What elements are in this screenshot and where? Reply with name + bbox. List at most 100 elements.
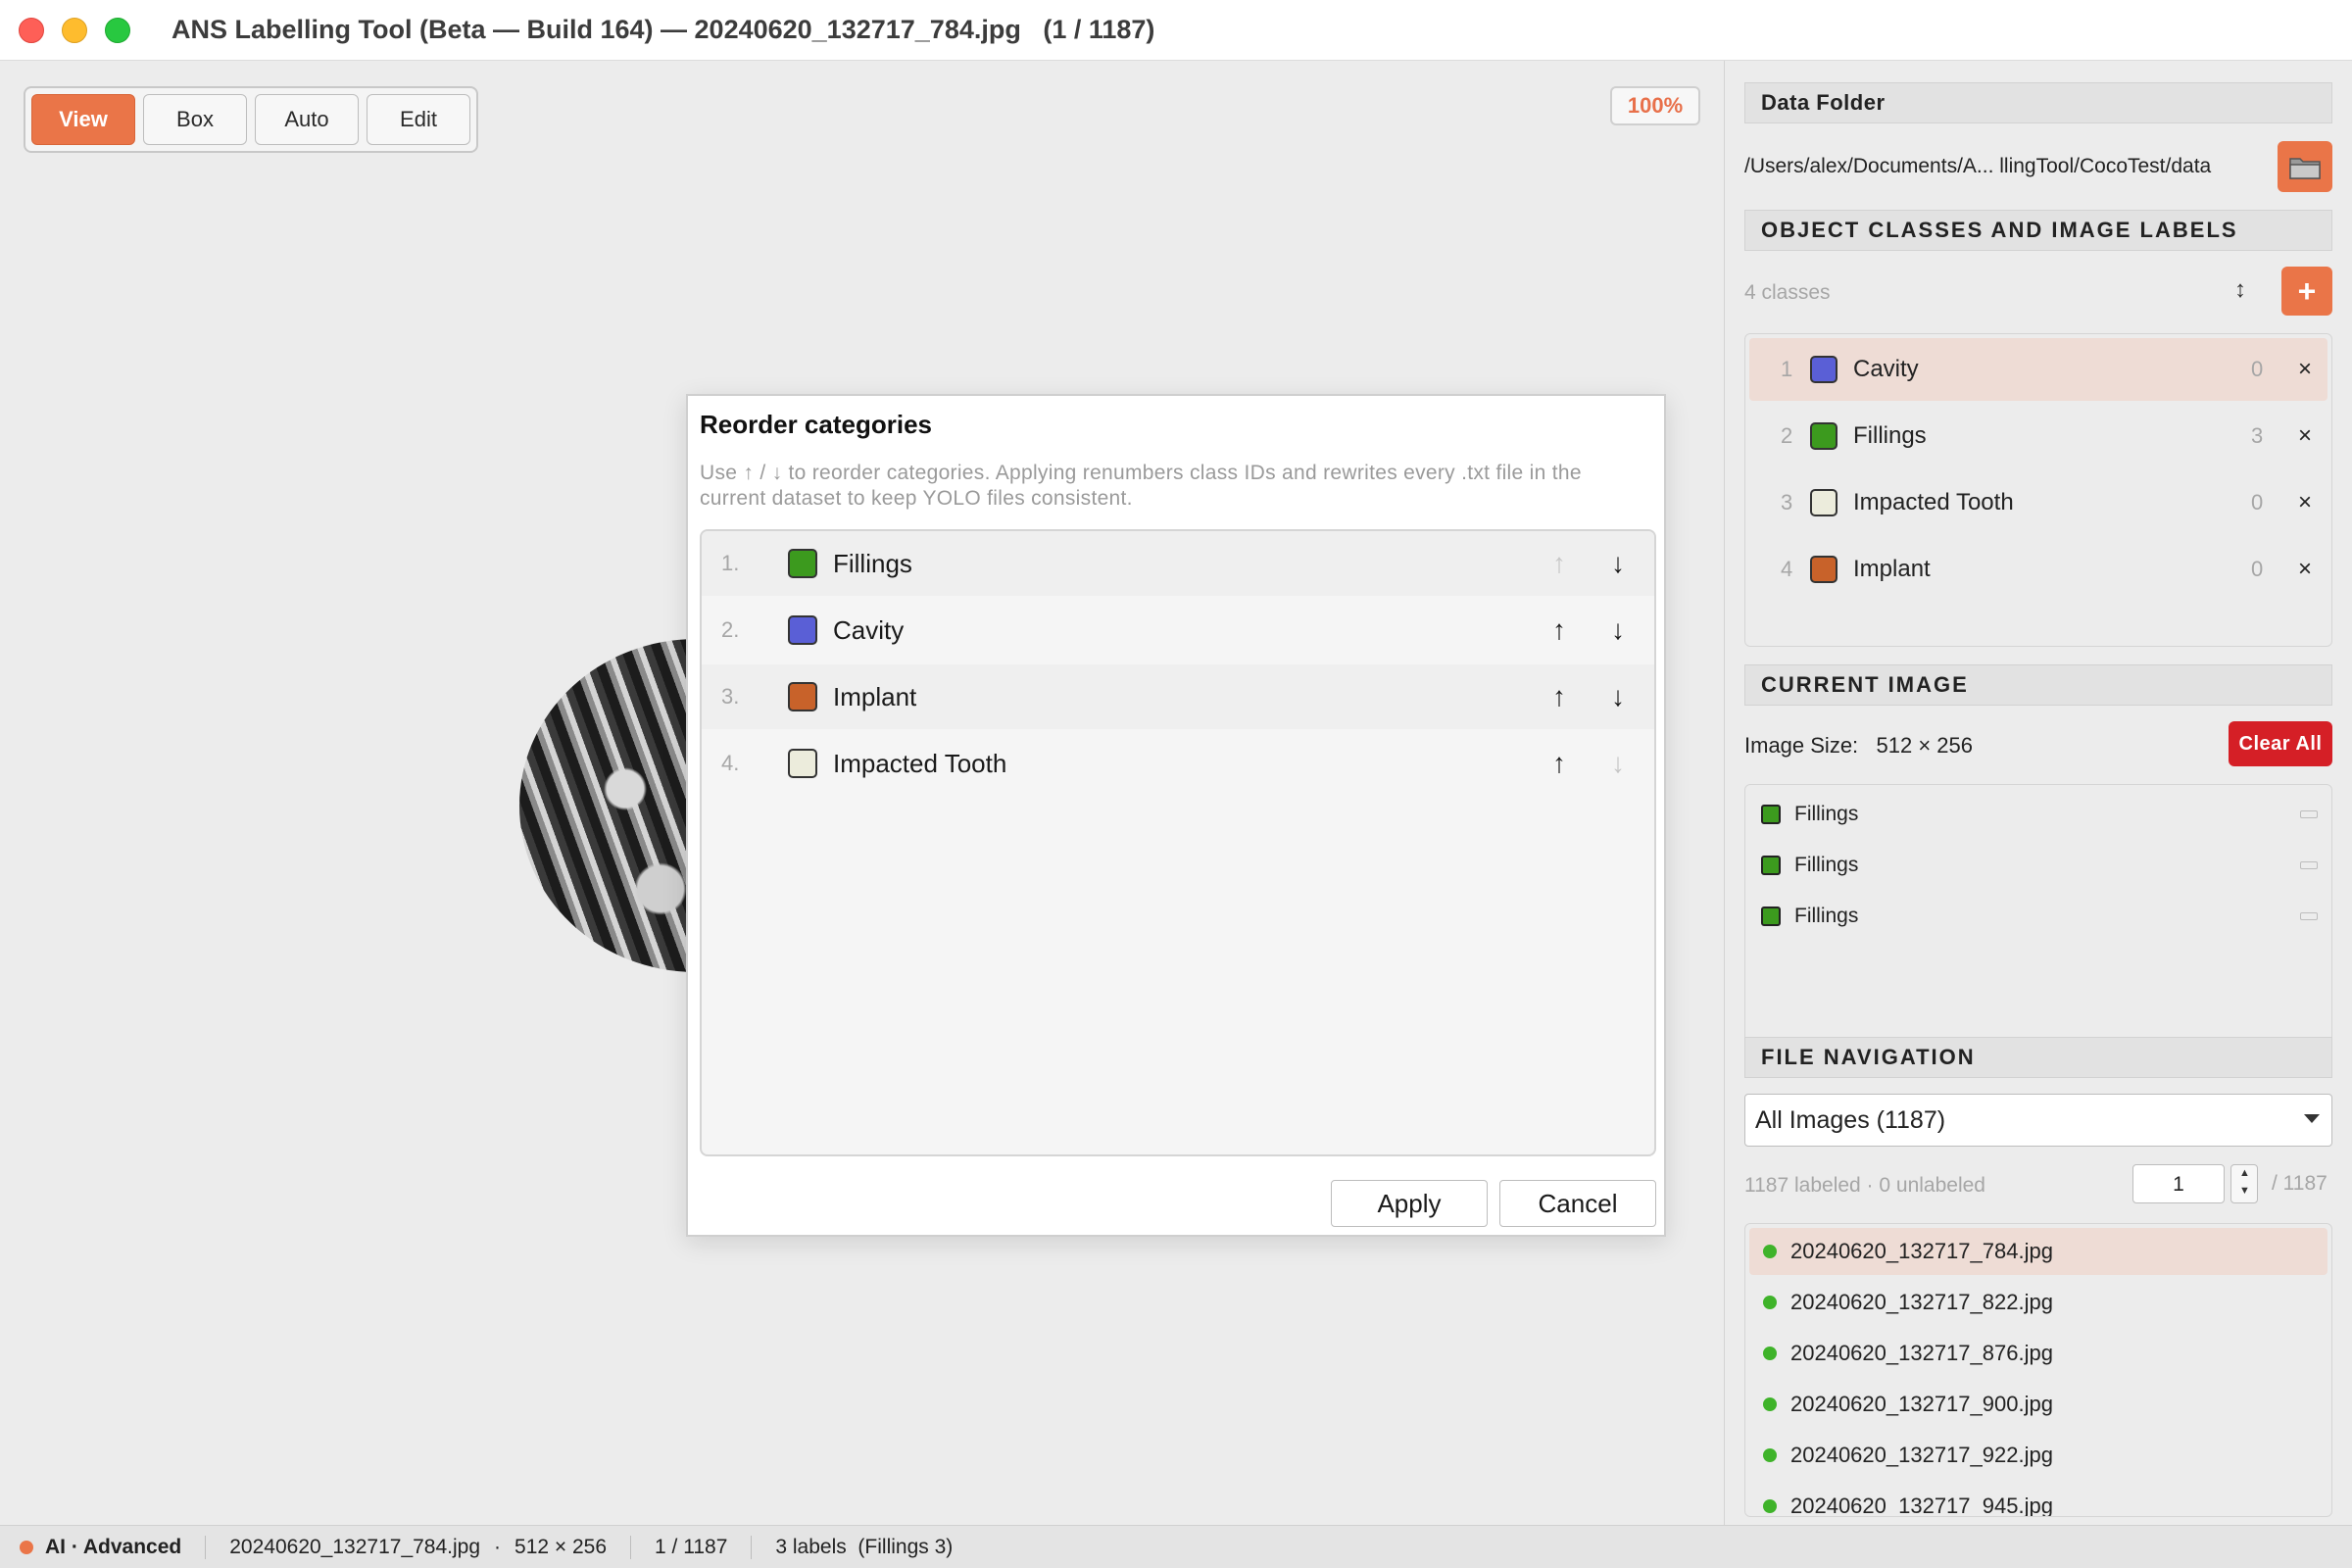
page-number-input[interactable]: 1: [2132, 1164, 2225, 1203]
close-window-button[interactable]: [19, 17, 44, 43]
delete-class-icon[interactable]: ×: [2298, 556, 2312, 583]
data-folder-heading: Data Folder: [1744, 82, 2332, 123]
mode-view-button[interactable]: View: [31, 94, 135, 145]
status-position: 1 / 1187: [655, 1535, 728, 1558]
zoom-level-badge[interactable]: 100%: [1610, 86, 1700, 125]
move-down-icon[interactable]: ↓: [1603, 548, 1633, 579]
step-up-icon[interactable]: ▲: [2239, 1167, 2250, 1179]
class-name: Implant: [1853, 556, 1931, 582]
reorder-categories-dialog: Reorder categories Use ↑ / ↓ to reorder …: [686, 394, 1666, 1237]
file-name: 20240620_132717_945.jpg: [1790, 1494, 2053, 1517]
delete-class-icon[interactable]: ×: [2298, 422, 2312, 450]
visibility-toggle-icon[interactable]: [2300, 861, 2318, 869]
choose-folder-button[interactable]: [2278, 141, 2332, 192]
apply-button[interactable]: Apply: [1331, 1180, 1488, 1227]
reorder-row-number: 2.: [721, 617, 740, 642]
file-name: 20240620_132717_900.jpg: [1790, 1392, 2053, 1416]
move-up-icon: ↑: [1552, 548, 1566, 578]
class-name: Cavity: [1853, 356, 1919, 382]
move-up-icon[interactable]: ↑: [1544, 681, 1574, 712]
file-row[interactable]: 20240620_132717_784.jpg: [1749, 1228, 2328, 1275]
file-row[interactable]: 20240620_132717_945.jpg: [1749, 1483, 2328, 1517]
color-swatch: [788, 749, 817, 778]
file-row[interactable]: 20240620_132717_900.jpg: [1749, 1381, 2328, 1428]
image-size-info: Image Size: 512 × 256: [1744, 733, 1973, 759]
clear-all-button[interactable]: Clear All: [2229, 721, 2332, 766]
labeled-stats: 1187 labeled · 0 unlabeled: [1744, 1174, 1985, 1197]
label-name: Fillings: [1794, 854, 1859, 876]
label-row[interactable]: Fillings: [1745, 891, 2331, 942]
window-title: ANS Labelling Tool (Beta — Build 164) — …: [172, 15, 1155, 44]
window-controls: [19, 17, 130, 43]
mode-box-button[interactable]: Box: [143, 94, 247, 145]
class-name: Impacted Tooth: [1853, 489, 2014, 515]
file-row[interactable]: 20240620_132717_922.jpg: [1749, 1432, 2328, 1479]
delete-class-icon[interactable]: ×: [2298, 489, 2312, 516]
status-image-size: 512 × 256: [514, 1535, 608, 1558]
labeled-status-dot: [1763, 1499, 1777, 1513]
status-dot-separator: ·: [494, 1535, 502, 1558]
image-filter-select[interactable]: All Images (1187): [1744, 1094, 2332, 1147]
color-swatch: [788, 682, 817, 711]
visibility-toggle-icon[interactable]: [2300, 912, 2318, 920]
delete-class-icon[interactable]: ×: [2298, 356, 2312, 383]
zoom-window-button[interactable]: [105, 17, 130, 43]
class-count: 3: [2251, 423, 2264, 448]
mode-auto-button[interactable]: Auto: [255, 94, 359, 145]
status-divider: [630, 1535, 632, 1559]
dialog-description: Use ↑ / ↓ to reorder categories. Applyin…: [700, 462, 1582, 510]
mode-edit-button[interactable]: Edit: [367, 94, 470, 145]
visibility-toggle-icon[interactable]: [2300, 810, 2318, 818]
file-row[interactable]: 20240620_132717_822.jpg: [1749, 1279, 2328, 1326]
page-stepper[interactable]: ▲ ▼: [2230, 1164, 2258, 1203]
ai-status-dot: [20, 1540, 33, 1554]
reorder-row-name: Impacted Tooth: [833, 748, 1007, 778]
file-name: 20240620_132717_822.jpg: [1790, 1290, 2053, 1314]
cancel-button[interactable]: Cancel: [1499, 1180, 1656, 1227]
color-swatch: [1810, 556, 1838, 583]
move-up-icon[interactable]: ↑: [1544, 748, 1574, 779]
reorder-row-name: Fillings: [833, 548, 912, 578]
class-row[interactable]: 3 Impacted Tooth 0 ×: [1749, 471, 2328, 534]
ai-mode-status: AI · Advanced: [45, 1535, 182, 1558]
status-label-summary: 3 labels (Fillings 3): [775, 1535, 954, 1558]
class-name: Fillings: [1853, 422, 1927, 449]
label-name: Fillings: [1794, 803, 1859, 825]
color-swatch: [788, 549, 817, 578]
color-swatch: [1810, 489, 1838, 516]
label-row[interactable]: Fillings: [1745, 789, 2331, 840]
reorder-row: 3. Implant ↑ ↓: [702, 664, 1654, 729]
reorder-row-number: 4.: [721, 751, 740, 775]
move-down-icon[interactable]: ↓: [1603, 681, 1633, 712]
labeled-status-dot: [1763, 1245, 1777, 1258]
color-swatch: [1761, 805, 1781, 824]
status-bar: AI · Advanced 20240620_132717_784.jpg · …: [0, 1525, 2352, 1568]
reorder-row: 1. Fillings ↑ ↓: [702, 531, 1654, 596]
label-row[interactable]: Fillings: [1745, 840, 2331, 891]
dialog-title: Reorder categories: [700, 410, 932, 439]
chevron-down-icon: [2304, 1114, 2320, 1123]
labeled-status-dot: [1763, 1397, 1777, 1411]
reorder-icon[interactable]: ↕: [2234, 276, 2246, 304]
class-list: 1 Cavity 0 × 2 Fillings 3 × 3 Impacted T…: [1744, 333, 2332, 647]
class-number: 3: [1781, 490, 1793, 514]
step-down-icon[interactable]: ▼: [2239, 1185, 2250, 1197]
file-row[interactable]: 20240620_132717_876.jpg: [1749, 1330, 2328, 1377]
classes-count: 4 classes: [1744, 281, 1831, 304]
class-row[interactable]: 2 Fillings 3 ×: [1749, 405, 2328, 467]
class-row[interactable]: 4 Implant 0 ×: [1749, 538, 2328, 601]
minimize-window-button[interactable]: [62, 17, 87, 43]
add-class-button[interactable]: +: [2281, 267, 2332, 316]
labeled-status-dot: [1763, 1448, 1777, 1462]
move-up-icon[interactable]: ↑: [1544, 614, 1574, 646]
color-swatch: [1810, 356, 1838, 383]
file-navigation-heading: FILE NAVIGATION: [1744, 1037, 2332, 1078]
move-down-icon[interactable]: ↓: [1603, 614, 1633, 646]
image-size-value: 512 × 256: [1876, 733, 1973, 758]
image-label-list: Fillings Fillings Fillings: [1744, 784, 2332, 1078]
class-row[interactable]: 1 Cavity 0 ×: [1749, 338, 2328, 401]
class-number: 4: [1781, 557, 1793, 581]
file-name: 20240620_132717_922.jpg: [1790, 1443, 2053, 1467]
color-swatch: [788, 615, 817, 645]
color-swatch: [1761, 906, 1781, 926]
